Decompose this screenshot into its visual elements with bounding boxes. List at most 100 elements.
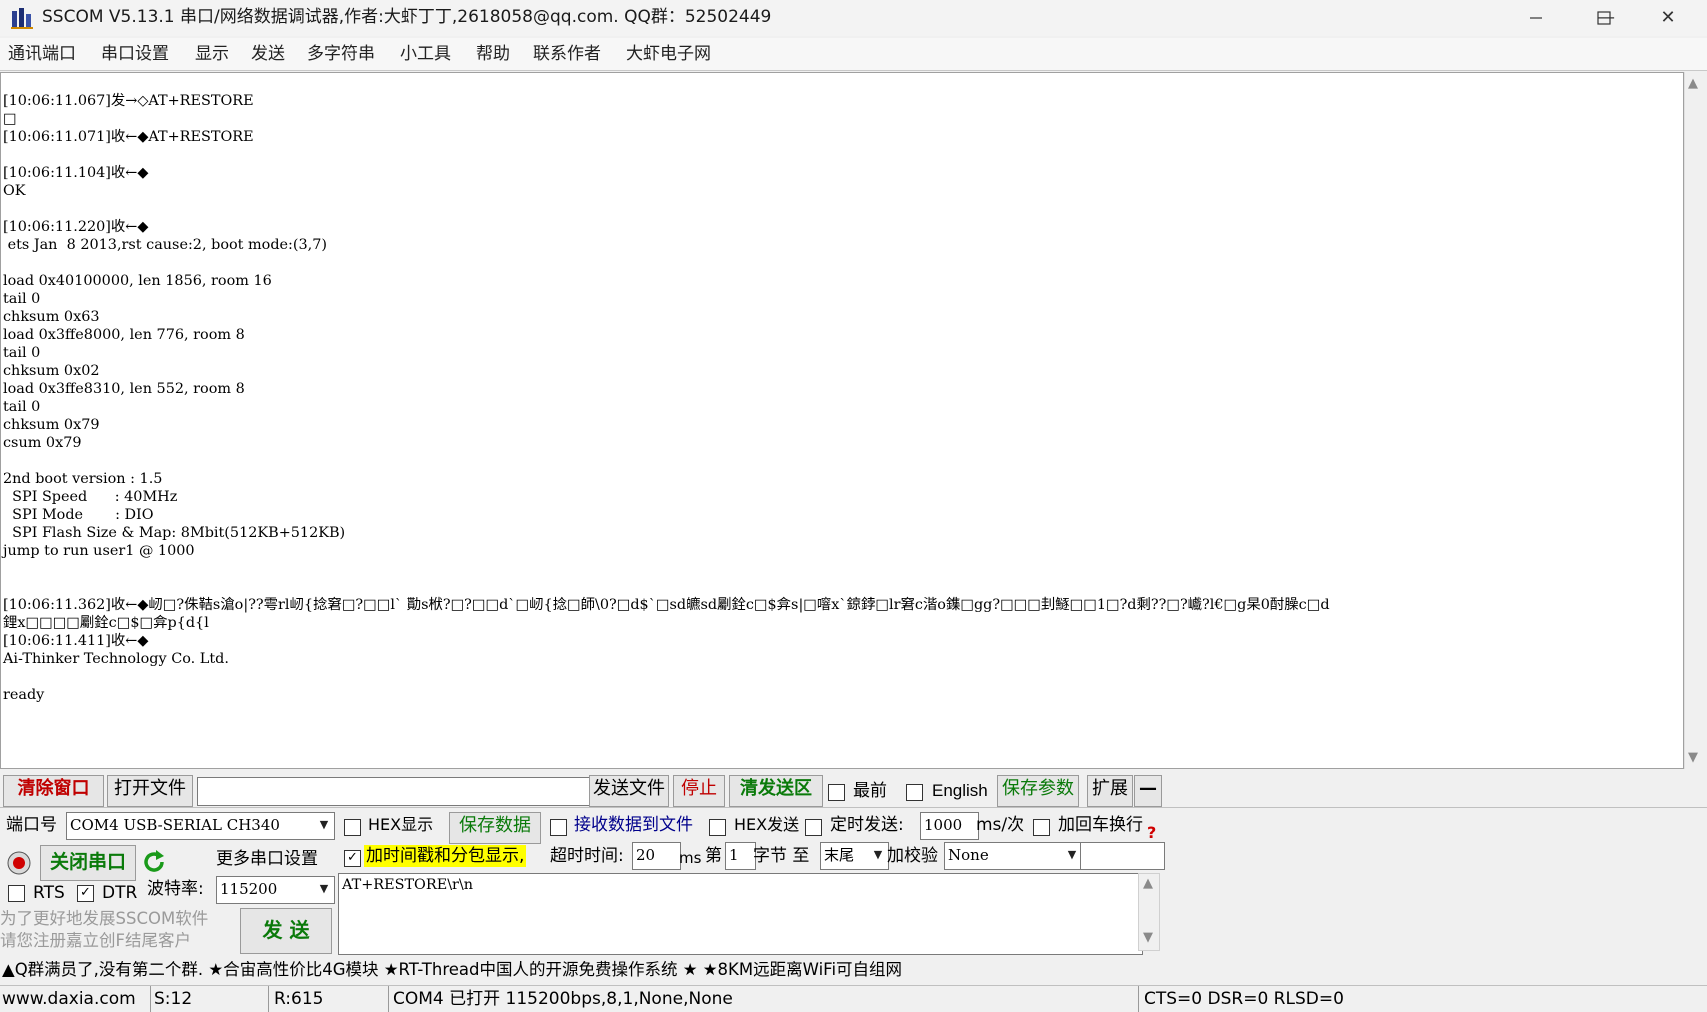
dtr-checkbox[interactable]: ✓ [77,885,94,902]
receive-line: Ai-Thinker Technology Co. Ltd. [3,651,229,667]
stop-button[interactable]: 停止 [673,775,725,807]
divider [388,986,389,1012]
receive-line [3,146,1330,164]
scroll-up-icon[interactable]: ▲ [1688,76,1698,91]
divider [1138,986,1139,1012]
menu-tools[interactable]: 小工具 [400,43,451,65]
expand-button[interactable]: 扩展 [1087,775,1133,807]
receive-line: [10:06:11.071]收←◆AT+RESTORE [3,129,254,145]
receive-line: [10:06:11.067]发→◇AT+RESTORE [3,93,254,109]
recv-to-file-checkbox[interactable] [550,819,567,836]
interval-input[interactable]: 1000 [920,812,979,840]
send-button[interactable]: 发 送 [240,908,332,954]
interval-unit: ms/次 [976,815,1025,835]
divider [268,986,269,1012]
record-icon [6,850,32,876]
checksum-result [1080,842,1165,870]
chevron-down-icon: ▼ [319,882,329,895]
baud-label: 波特率: [147,879,204,899]
sent-count: S:12 [154,989,193,1009]
send-file-button[interactable]: 发送文件 [589,775,669,807]
receive-line: [10:06:11.362]收←◆屻□?侏鞊s滄o|??雩rl屻{捻窘□?□□l… [3,597,1330,613]
receive-line: load 0x3ffe8310, len 552, room 8 [3,381,245,397]
port-label: 端口号 [6,815,57,835]
receive-line: SPI Mode : DIO [3,507,154,523]
receive-line [3,578,1330,596]
receive-line: ets Jan 8 2013,rst cause:2, boot mode:(3… [3,237,328,253]
receive-line [3,560,1330,578]
menu-bar: 通讯端口 串口设置 显示 发送 多字符串 小工具 帮助 联系作者 大虾电子网 [0,38,1707,71]
menu-display[interactable]: 显示 [195,43,229,65]
chevron-down-icon: ▼ [1067,848,1077,861]
receive-line: chksum 0x63 [3,309,100,325]
menu-contact-author[interactable]: 联系作者 [533,43,601,65]
hex-send-label: HEX发送 [734,815,800,834]
divider [150,986,151,1012]
receive-line: [10:06:11.411]收←◆ [3,633,149,649]
more-settings-link[interactable]: 更多串口设置 [216,848,318,870]
scroll-down-icon[interactable]: ▼ [1143,930,1153,945]
menu-comm-port[interactable]: 通讯端口 [8,43,76,65]
menu-daxia-site[interactable]: 大虾电子网 [626,43,711,65]
topmost-checkbox[interactable] [828,784,845,801]
help-icon[interactable]: ? [1147,822,1156,844]
file-path-input[interactable] [197,777,592,806]
refresh-icon[interactable] [140,848,168,876]
save-data-button[interactable]: 保存数据 [449,812,541,844]
byte-index-input[interactable]: 1 [725,842,756,870]
receive-line: [10:06:11.220]收←◆ [3,219,149,235]
receive-area[interactable]: [10:06:11.067]发→◇AT+RESTORE □ [10:06:11.07… [0,72,1684,769]
byte-end-select[interactable]: 末尾 ▼ [820,842,889,870]
open-file-button[interactable]: 打开文件 [107,775,193,807]
minimize-icon[interactable] [1500,0,1572,36]
receive-log: [10:06:11.067]发→◇AT+RESTORE □ [10:06:11.07… [3,92,1330,704]
port-select[interactable]: COM4 USB-SERIAL CH340 ▼ [66,812,335,840]
checksum-select[interactable]: None ▼ [944,842,1083,870]
receive-line: tail 0 [3,399,41,415]
scroll-up-icon[interactable]: ▲ [1143,876,1153,891]
receive-line: chksum 0x79 [3,417,100,433]
receive-line [3,200,1330,218]
promo-text: 为了更好地发展SSCOM软件 请您注册嘉立创F结尾客户 [0,908,240,954]
byte-suffix: 字节 至 [753,846,810,866]
receive-line [3,452,1330,470]
promo-line: 请您注册嘉立创F结尾客户 [0,931,191,950]
clear-send-button[interactable]: 清发送区 [729,775,823,807]
add-crlf-checkbox[interactable] [1033,819,1050,836]
rts-checkbox[interactable] [8,885,25,902]
timeout-unit: ms [679,849,702,867]
scroll-down-icon[interactable]: ▼ [1688,750,1698,765]
receive-line: OK [3,183,26,199]
menu-serial-settings[interactable]: 串口设置 [101,43,169,65]
send-input[interactable]: AT+RESTORE\r\n [338,873,1143,955]
save-params-button[interactable]: 保存参数 [997,775,1079,807]
received-count: R:615 [274,989,324,1009]
english-checkbox[interactable] [906,784,923,801]
send-scrollbar[interactable]: ▲ ▼ [1138,873,1160,951]
close-button[interactable]: ✕ [1640,0,1696,36]
checksum-value: None [948,846,989,864]
timeout-input[interactable]: 20 [632,842,681,870]
collapse-button[interactable]: — [1134,775,1162,807]
recv-to-file-label[interactable]: 接收数据到文件 [574,814,693,836]
close-port-button[interactable]: 关闭串口 [40,845,136,881]
receive-line: 2nd boot version : 1.5 [3,471,163,487]
menu-send[interactable]: 发送 [251,43,285,65]
maximize-icon[interactable] [1568,0,1640,36]
receive-line: csum 0x79 [3,435,82,451]
timestamp-checkbox[interactable]: ✓ [344,850,361,867]
timed-send-checkbox[interactable] [805,819,822,836]
hex-send-checkbox[interactable] [709,819,726,836]
status-bar: www.daxia.com S:12 R:615 COM4 已打开 115200… [0,985,1707,1012]
menu-help[interactable]: 帮助 [476,43,510,65]
chevron-down-icon: ▼ [873,848,883,861]
receive-scrollbar[interactable]: ▲ ▼ [1684,72,1707,769]
clear-window-button[interactable]: 清除窗口 [3,775,104,807]
site-link[interactable]: www.daxia.com [2,988,136,1010]
title-bar: SSCOM V5.13.1 串口/网络数据调试器,作者:大虾丁丁,2618058… [0,0,1707,36]
menu-multi-string[interactable]: 多字符串 [307,43,375,65]
hex-display-checkbox[interactable] [344,819,361,836]
ticker-text[interactable]: ▲Q群满员了,没有第二个群. ★合宙高性价比4G模块 ★RT-Thread中国人… [2,959,902,981]
baud-select[interactable]: 115200 ▼ [216,876,335,904]
chevron-down-icon: ▼ [319,818,329,831]
